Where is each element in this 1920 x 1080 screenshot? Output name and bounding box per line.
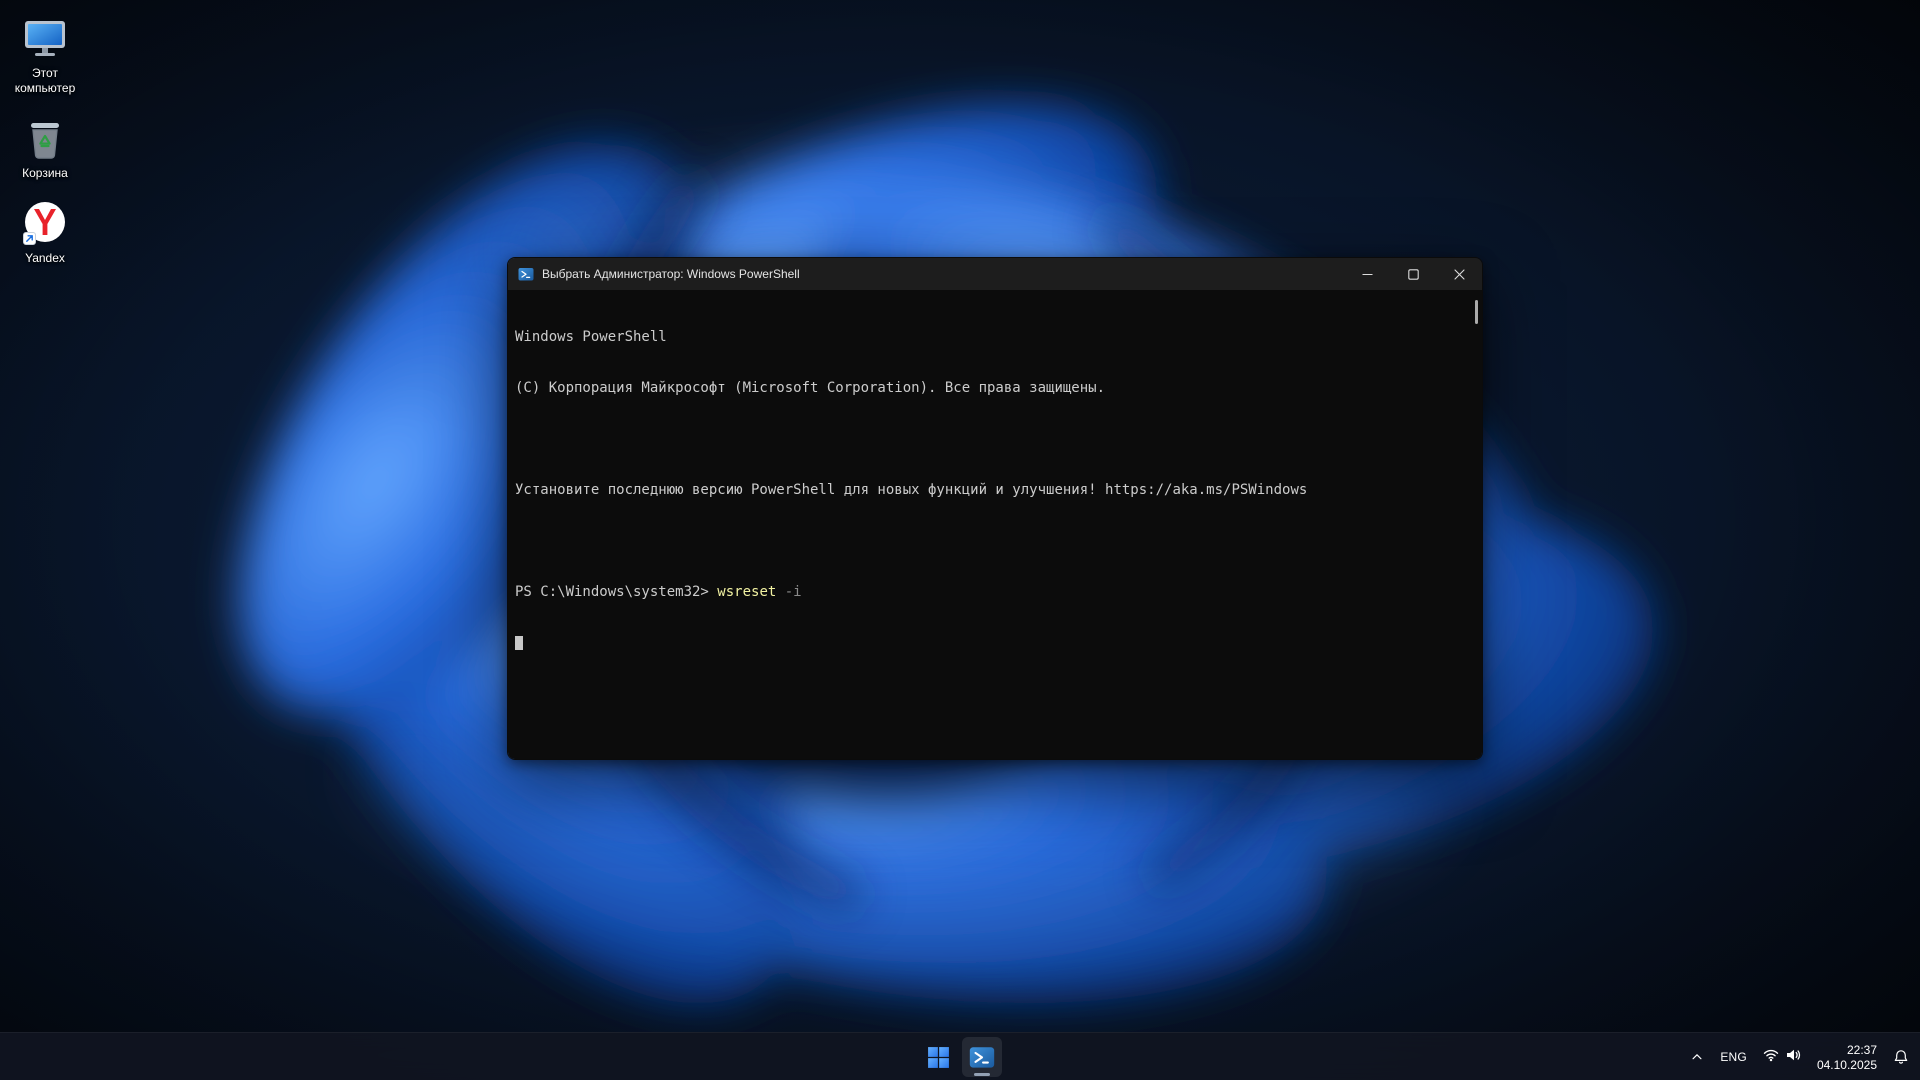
language-indicator[interactable]: ENG [1711,1037,1756,1077]
desktop-icon-recycle-bin[interactable]: Корзина [6,114,84,181]
tray-time: 22:37 [1846,1042,1877,1057]
taskbar-center-icons [918,1037,1002,1077]
yandex-browser-icon [21,199,69,247]
terminal-command-text: wsreset [717,584,777,600]
tray-date: 04.10.2025 [1816,1057,1877,1072]
desktop-icon-label: Yandex [25,251,65,265]
desktop-icon-yandex[interactable]: Yandex [6,199,84,266]
wifi-icon [1763,1047,1779,1068]
terminal-prompt: PS C:\Windows\system32> [515,584,718,600]
chevron-up-icon [1692,1054,1702,1060]
terminal-scrollbar[interactable] [1475,300,1478,324]
window-titlebar[interactable]: Выбрать Администратор: Windows PowerShel… [508,258,1482,290]
powershell-window: Выбрать Администратор: Windows PowerShel… [507,257,1483,760]
maximize-button[interactable] [1390,258,1436,290]
powershell-taskbar-icon [969,1047,995,1068]
volume-icon [1785,1047,1801,1068]
taskbar-tray: ENG 22:37 04.10.2025 [1683,1033,1916,1080]
window-controls [1344,258,1482,290]
window-title: Выбрать Администратор: Windows PowerShel… [542,267,800,281]
close-button[interactable] [1436,258,1482,290]
desktop-icon-list: Этот компьютер Корзина Yandex [6,14,84,266]
tray-show-hidden-icons-button[interactable] [1683,1037,1711,1077]
terminal-prompt-line: PS C:\Windows\system32> wsreset -i [515,584,1466,601]
taskbar: ENG 22:37 04.10.2025 [0,1032,1920,1080]
powershell-icon [518,266,534,282]
recycle-bin-icon [21,114,69,162]
start-button[interactable] [918,1037,958,1077]
taskbar-clock[interactable]: 22:37 04.10.2025 [1808,1037,1886,1077]
desktop-icon-label: Этот компьютер [14,66,76,95]
notification-bell-button[interactable] [1886,1037,1916,1077]
terminal-cursor-line [515,635,1466,652]
text-cursor-block [515,636,523,650]
minimize-button[interactable] [1344,258,1390,290]
desktop-icon-label: Корзина [22,166,68,180]
tray-network-volume-button[interactable] [1756,1037,1808,1077]
terminal-line: Установите последнюю версию PowerShell д… [515,482,1308,498]
terminal-line: Windows PowerShell [515,329,667,345]
bell-icon [1894,1050,1908,1064]
terminal-output[interactable]: Windows PowerShell (C) Корпорация Майкро… [508,290,1482,759]
shortcut-arrow-icon [23,232,36,245]
windows-logo-icon [927,1046,949,1068]
computer-icon [21,14,69,62]
terminal-command-argument: -i [776,584,802,600]
terminal-line: (C) Корпорация Майкрософт (Microsoft Cor… [515,380,1106,396]
taskbar-powershell-button[interactable] [962,1037,1002,1077]
desktop-icon-this-pc[interactable]: Этот компьютер [6,14,84,96]
